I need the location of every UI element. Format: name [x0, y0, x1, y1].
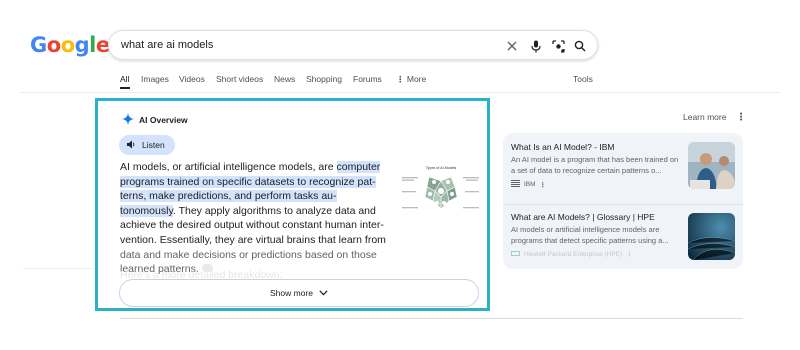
tab-short-videos[interactable]: Short videos — [216, 74, 263, 84]
learn-more-link[interactable]: Learn more — [683, 112, 726, 122]
lens-icon[interactable] — [550, 38, 566, 54]
logo-letter: G — [30, 33, 47, 57]
ai-overview-text: AI models, or artificial intelligence mo… — [120, 160, 392, 277]
tab-images[interactable]: Images — [141, 74, 169, 84]
source-site-name: Hewlett Packard Enterprise (HPE) — [524, 250, 623, 258]
source-menu-icon[interactable]: ⋮ — [540, 181, 547, 189]
source-site-name: IBM — [524, 181, 536, 188]
source-site: Hewlett Packard Enterprise (HPE) ⋮ — [511, 250, 683, 258]
source-site: IBM ⋮ — [511, 180, 683, 189]
show-more-label: Show more — [270, 288, 313, 298]
speaker-icon — [127, 140, 136, 151]
source-item[interactable]: What are AI Models? | Glossary | HPE AI … — [511, 212, 683, 258]
summary-text: AI models, or artificial intelligence mo… — [120, 161, 337, 173]
faded-next-line: Here's a more detailed breakdown: — [120, 269, 283, 279]
source-description: An AI model is a program that has been t… — [511, 155, 679, 175]
search-results-page: Google what are ai models All Images Vid… — [0, 0, 800, 350]
sparkle-icon — [122, 113, 134, 127]
logo-letter: o — [46, 33, 61, 57]
source-title[interactable]: What Is an AI Model? - IBM — [511, 142, 683, 152]
sources-card: What Is an AI Model? - IBM An AI model i… — [503, 133, 743, 269]
source-description: AI models or artificial intelligence mod… — [511, 225, 669, 245]
ai-overview-panel: AI Overview Listen AI models, or artific… — [95, 98, 490, 311]
tools-button[interactable]: Tools — [573, 74, 593, 84]
mic-icon[interactable] — [528, 38, 544, 54]
source-divider — [503, 204, 743, 205]
search-icon[interactable] — [572, 38, 588, 54]
logo-letter: o — [60, 33, 75, 57]
hpe-favicon-icon — [511, 250, 520, 258]
tab-shopping[interactable]: Shopping — [306, 74, 342, 84]
listen-button[interactable]: Listen — [119, 135, 175, 155]
types-of-ai-models-diagram[interactable]: Types of AI Models — [400, 163, 482, 225]
tab-all[interactable]: All — [120, 74, 129, 84]
chevron-down-icon — [319, 288, 328, 298]
tab-more-label: More — [406, 74, 427, 84]
google-logo[interactable]: Google — [30, 33, 110, 57]
source-item[interactable]: What Is an AI Model? - IBM An AI model i… — [511, 142, 683, 189]
hpe-thumbnail[interactable] — [688, 213, 735, 260]
more-dots-icon: ⋮ — [396, 74, 405, 84]
search-input[interactable]: what are ai models — [121, 39, 213, 51]
source-title[interactable]: What are AI Models? | Glossary | HPE — [511, 212, 683, 222]
show-more-button[interactable]: Show more — [119, 279, 479, 307]
listen-label: Listen — [142, 140, 165, 150]
source-menu-icon[interactable]: ⋮ — [626, 250, 633, 258]
more-options-icon[interactable]: ⋮ — [736, 112, 746, 123]
results-divider — [120, 318, 743, 319]
close-icon[interactable] — [504, 38, 520, 54]
tab-news[interactable]: News — [274, 74, 295, 84]
ai-overview-title: AI Overview — [139, 115, 188, 125]
ibm-favicon-icon — [511, 180, 520, 189]
diagram-title: Types of AI Models — [426, 166, 457, 170]
tab-more[interactable]: ⋮ More — [396, 74, 426, 85]
active-tab-indicator — [120, 87, 130, 89]
logo-letter: l — [89, 33, 96, 57]
header-divider — [20, 92, 780, 93]
divider — [23, 268, 93, 269]
search-bar[interactable]: what are ai models — [108, 30, 598, 60]
ibm-thumbnail[interactable] — [688, 142, 735, 189]
logo-letter: g — [74, 33, 90, 57]
tab-videos[interactable]: Videos — [179, 74, 205, 84]
ai-overview-header: AI Overview — [122, 113, 188, 127]
tab-forums[interactable]: Forums — [353, 74, 382, 84]
